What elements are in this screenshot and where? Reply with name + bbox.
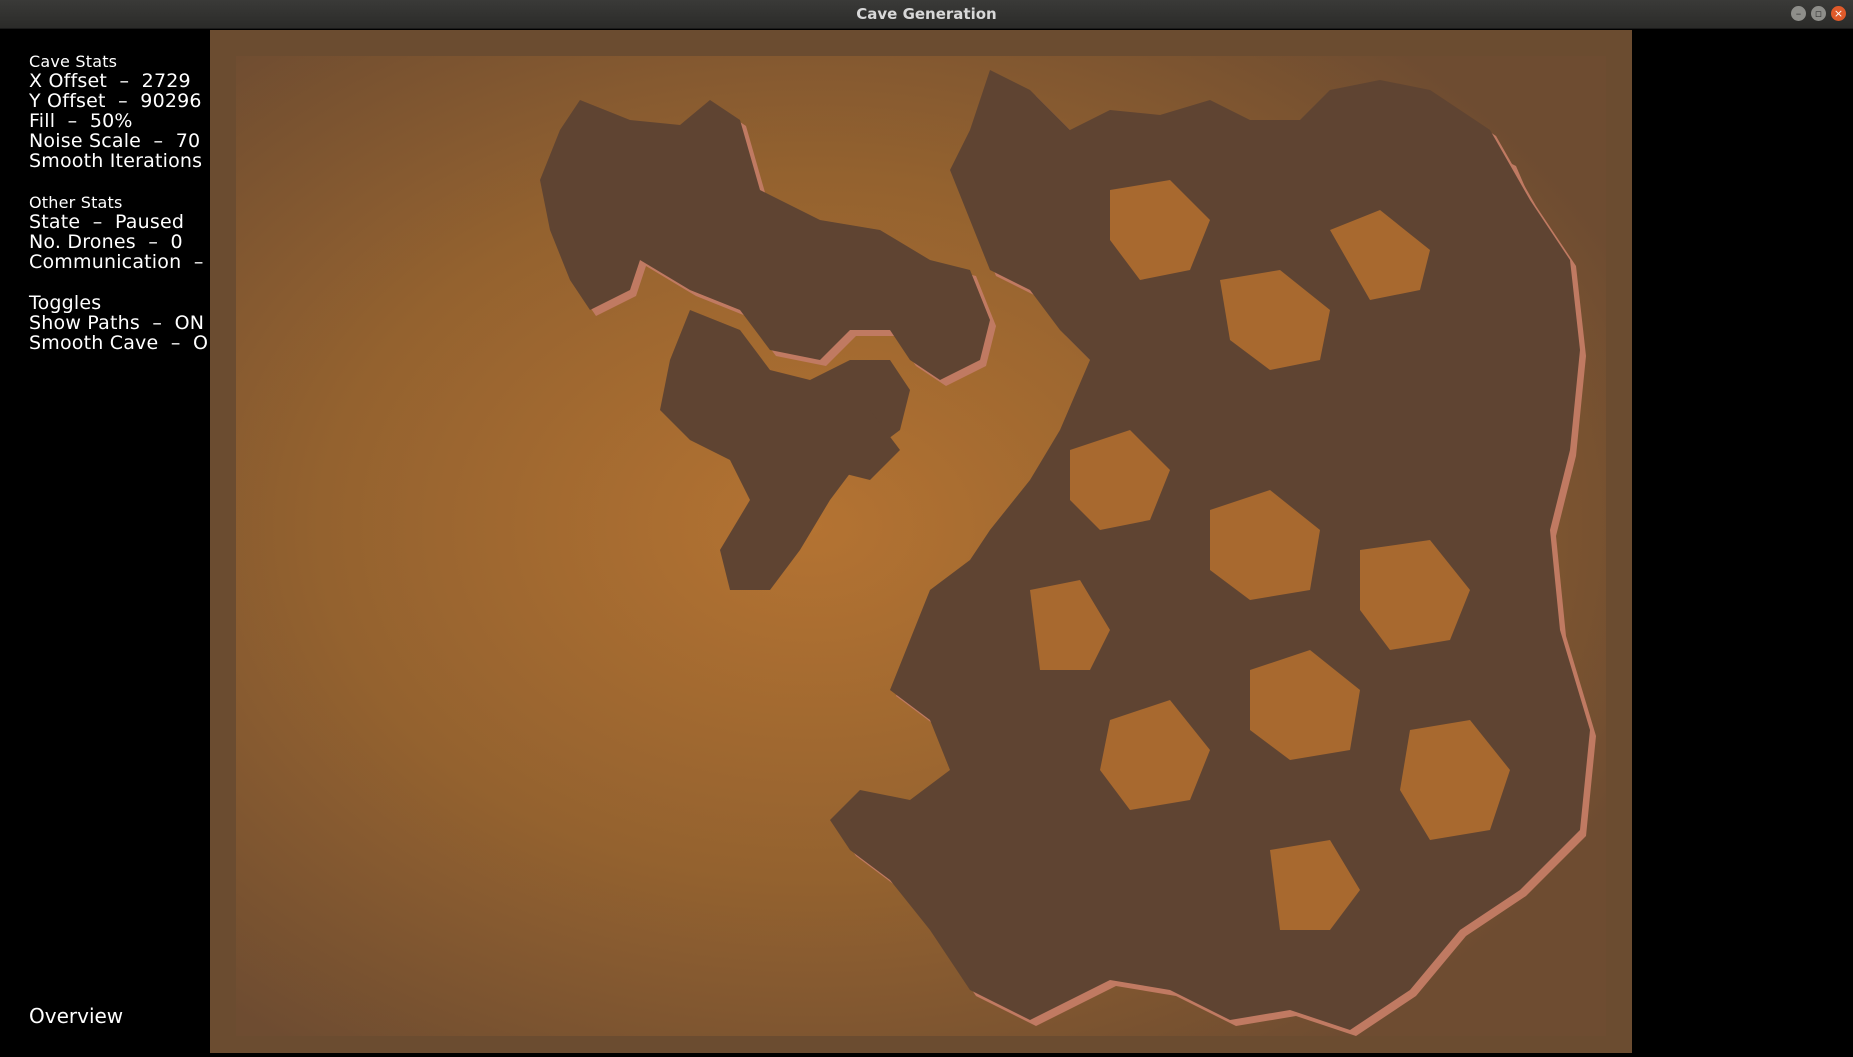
toggles-heading: Toggles <box>29 292 102 314</box>
minimize-button[interactable]: – <box>1791 6 1806 21</box>
toggles-panel: Toggles Show Paths – ON Smooth Cave – OF… <box>29 293 230 353</box>
close-button[interactable]: × <box>1831 6 1846 21</box>
window-title: Cave Generation <box>856 5 997 23</box>
cave-viewport[interactable] <box>210 30 1632 1053</box>
show-paths-toggle: Show Paths – ON <box>29 312 205 334</box>
maximize-button[interactable]: ▫ <box>1811 6 1826 21</box>
cave-map <box>210 30 1632 1053</box>
view-mode-label: Overview <box>29 1004 124 1028</box>
window-titlebar: Cave Generation – ▫ × <box>0 0 1853 29</box>
smooth-cave-toggle: Smooth Cave – OFF <box>29 332 231 354</box>
